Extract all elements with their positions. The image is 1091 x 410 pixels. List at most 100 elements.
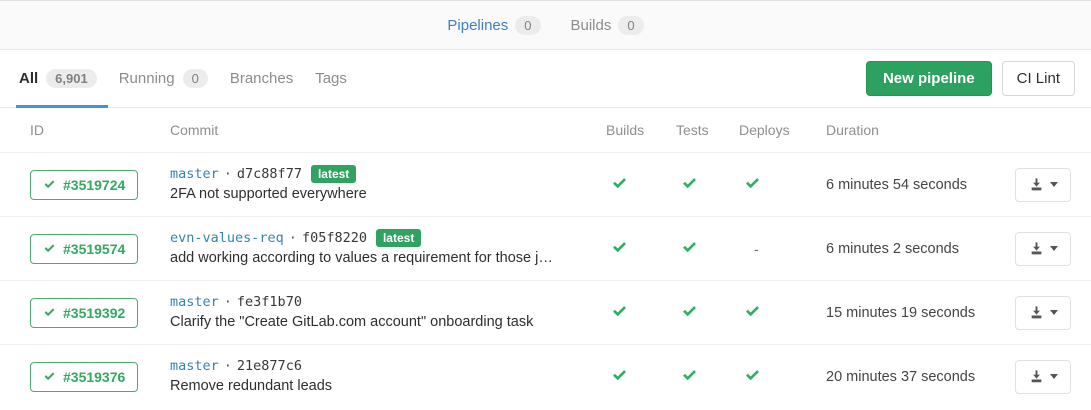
pipeline-id: #3519392: [63, 305, 125, 321]
caret-down-icon: [1050, 374, 1058, 379]
status-success-icon: [43, 242, 56, 255]
branch-link[interactable]: master: [170, 164, 219, 184]
pipeline-id: #3519724: [63, 177, 125, 193]
commit-separator: ·: [224, 292, 232, 312]
pipeline-row: #3519392 master · fe3f1b70 Clarify the "…: [0, 280, 1091, 344]
tests-status-cell[interactable]: [676, 303, 739, 323]
download-artifacts-button[interactable]: [1015, 168, 1071, 202]
table-header-row: ID Commit Builds Tests Deploys Duration: [0, 108, 1091, 152]
pipeline-id-cell: #3519574: [30, 234, 170, 264]
download-icon: [1029, 177, 1044, 192]
check-icon[interactable]: [611, 175, 628, 192]
commit-separator: ·: [289, 228, 297, 248]
filter-tab-label: Tags: [315, 70, 347, 87]
download-icon: [1029, 241, 1044, 256]
filter-tab-count: 0: [183, 69, 208, 88]
deploys-status-cell[interactable]: [739, 175, 826, 195]
builds-status-cell[interactable]: [606, 239, 676, 259]
check-icon[interactable]: [611, 303, 628, 320]
check-icon[interactable]: [611, 239, 628, 256]
header-deploys: Deploys: [739, 122, 826, 138]
pipeline-row: #3519574 evn-values-req · f05f8220 lates…: [0, 216, 1091, 280]
pipeline-status-badge[interactable]: #3519574: [30, 234, 138, 264]
latest-badge: latest: [311, 165, 356, 183]
duration-cell: 6 minutes 2 seconds: [826, 241, 1011, 257]
download-artifacts-button[interactable]: [1015, 296, 1071, 330]
header-tests: Tests: [676, 122, 739, 138]
pipeline-id: #3519574: [63, 241, 125, 257]
top-nav-item-count: 0: [515, 16, 540, 35]
builds-status-cell[interactable]: [606, 367, 676, 387]
actions-cell: [1011, 296, 1071, 330]
status-success-icon: [43, 370, 56, 383]
pipelines-table-body: #3519724 master · d7c88f77 latest 2FA no…: [0, 152, 1091, 408]
filter-tab-count: 6,901: [46, 69, 97, 88]
download-artifacts-button[interactable]: [1015, 232, 1071, 266]
check-icon[interactable]: [744, 175, 761, 192]
top-nav: Pipelines 0 Builds 0: [0, 0, 1091, 50]
filter-tab-label: Running: [119, 70, 175, 87]
pipeline-id-cell: #3519376: [30, 362, 170, 392]
commit-message[interactable]: add working according to values a requir…: [170, 248, 592, 269]
commit-hash-link[interactable]: fe3f1b70: [237, 292, 302, 312]
tab-tags[interactable]: Tags: [304, 50, 358, 107]
tests-status-cell[interactable]: [676, 175, 739, 195]
deploys-status-cell[interactable]: -: [739, 241, 826, 257]
pipeline-id-cell: #3519724: [30, 170, 170, 200]
check-icon[interactable]: [681, 367, 698, 384]
branch-link[interactable]: evn-values-req: [170, 228, 284, 248]
new-pipeline-button[interactable]: New pipeline: [866, 61, 992, 96]
download-artifacts-button[interactable]: [1015, 360, 1071, 394]
top-nav-item-pipelines[interactable]: Pipelines 0: [447, 16, 540, 35]
ci-lint-button[interactable]: CI Lint: [1002, 61, 1075, 96]
toolbar-actions: New pipeline CI Lint: [866, 61, 1075, 96]
duration-cell: 20 minutes 37 seconds: [826, 369, 1011, 385]
builds-status-cell[interactable]: [606, 175, 676, 195]
pipeline-status-badge[interactable]: #3519724: [30, 170, 138, 200]
actions-cell: [1011, 360, 1071, 394]
commit-hash-link[interactable]: d7c88f77: [237, 164, 302, 184]
commit-message[interactable]: Clarify the "Create GitLab.com account" …: [170, 312, 592, 333]
check-icon[interactable]: [681, 239, 698, 256]
deploys-status-cell[interactable]: [739, 367, 826, 387]
deploys-status-cell[interactable]: [739, 303, 826, 323]
pipeline-status-badge[interactable]: #3519392: [30, 298, 138, 328]
pipeline-row: #3519376 master · 21e877c6 Remove redund…: [0, 344, 1091, 408]
header-builds: Builds: [606, 122, 676, 138]
commit-cell: master · fe3f1b70 Clarify the "Create Gi…: [170, 292, 606, 333]
header-id: ID: [30, 122, 170, 138]
commit-hash-link[interactable]: f05f8220: [302, 228, 367, 248]
actions-cell: [1011, 168, 1071, 202]
branch-link[interactable]: master: [170, 356, 219, 376]
check-icon[interactable]: [681, 175, 698, 192]
commit-cell: master · 21e877c6 Remove redundant leads: [170, 356, 606, 397]
pipeline-status-badge[interactable]: #3519376: [30, 362, 138, 392]
pipeline-row: #3519724 master · d7c88f77 latest 2FA no…: [0, 152, 1091, 216]
check-icon[interactable]: [744, 367, 761, 384]
top-nav-item-builds[interactable]: Builds 0: [571, 16, 644, 35]
tab-running[interactable]: Running 0: [108, 50, 219, 107]
check-icon[interactable]: [681, 303, 698, 320]
tab-branches[interactable]: Branches: [219, 50, 304, 107]
branch-link[interactable]: master: [170, 292, 219, 312]
caret-down-icon: [1050, 310, 1058, 315]
filter-tab-label: Branches: [230, 70, 293, 87]
tests-status-cell[interactable]: [676, 239, 739, 259]
tab-all[interactable]: All 6,901: [16, 50, 108, 107]
builds-status-cell[interactable]: [606, 303, 676, 323]
tests-status-cell[interactable]: [676, 367, 739, 387]
status-success-icon: [43, 306, 56, 319]
duration-cell: 6 minutes 54 seconds: [826, 177, 1011, 193]
check-icon[interactable]: [611, 367, 628, 384]
top-nav-item-label: Pipelines: [447, 17, 508, 34]
commit-separator: ·: [224, 356, 232, 376]
commit-cell: evn-values-req · f05f8220 latest add wor…: [170, 228, 606, 269]
commit-message[interactable]: 2FA not supported everywhere: [170, 184, 592, 205]
download-icon: [1029, 369, 1044, 384]
top-nav-item-count: 0: [618, 16, 643, 35]
filter-tab-label: All: [19, 70, 38, 87]
header-duration: Duration: [826, 122, 1011, 138]
commit-hash-link[interactable]: 21e877c6: [237, 356, 302, 376]
check-icon[interactable]: [744, 303, 761, 320]
commit-message[interactable]: Remove redundant leads: [170, 376, 592, 397]
